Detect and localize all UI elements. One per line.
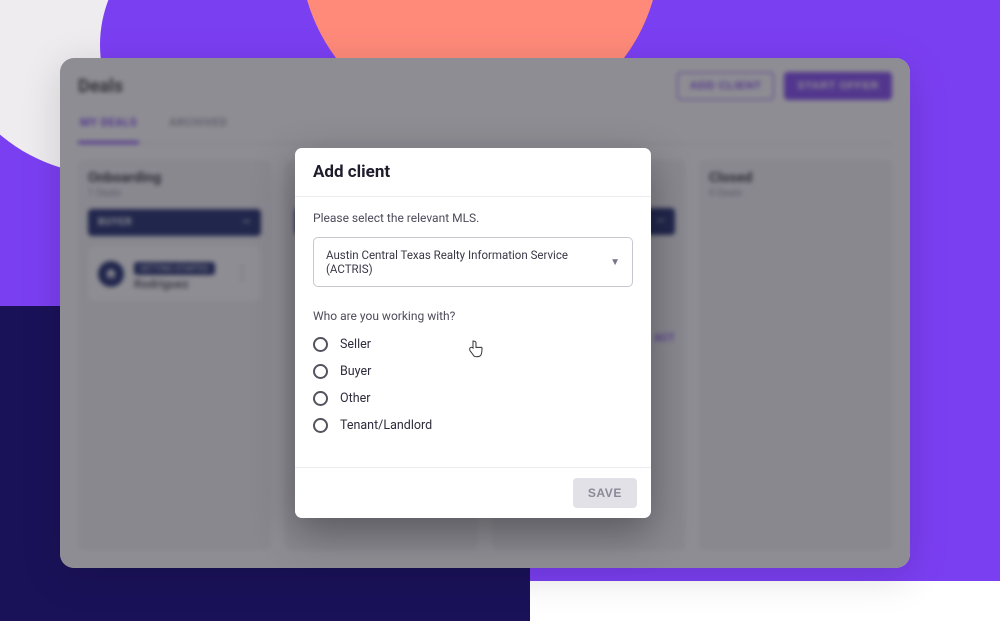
radio-icon [313,364,328,379]
radio-label: Other [340,391,370,406]
radio-icon [313,391,328,406]
modal-title: Add client [313,162,633,182]
mls-selected-value: Austin Central Texas Realty Information … [326,248,610,276]
save-button[interactable]: SAVE [573,478,637,508]
radio-label: Tenant/Landlord [340,418,432,433]
radio-label: Seller [340,337,371,352]
working-with-label: Who are you working with? [313,309,633,323]
chevron-down-icon: ▼ [610,257,620,268]
radio-label: Buyer [340,364,371,379]
cursor-pointer-icon [468,340,484,358]
radio-icon [313,418,328,433]
radio-icon [313,337,328,352]
add-client-modal: Add client Please select the relevant ML… [295,148,651,518]
radio-option-tenant-landlord[interactable]: Tenant/Landlord [313,418,633,433]
radio-option-other[interactable]: Other [313,391,633,406]
radio-option-buyer[interactable]: Buyer [313,364,633,379]
mls-label: Please select the relevant MLS. [313,211,633,225]
mls-dropdown[interactable]: Austin Central Texas Realty Information … [313,237,633,287]
bg-panel-white [530,581,1000,621]
